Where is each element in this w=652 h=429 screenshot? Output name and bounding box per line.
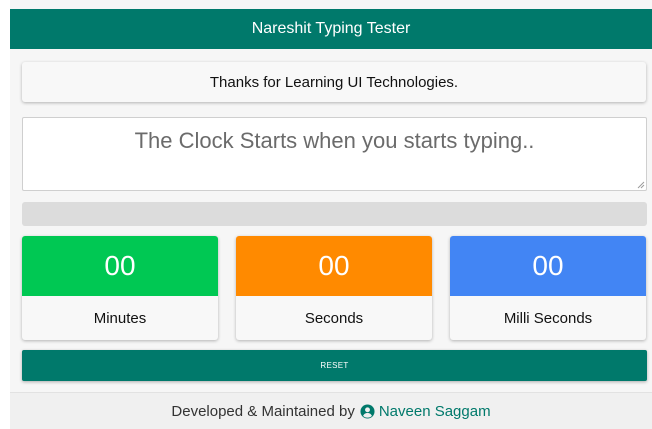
footer-prefix: Developed & Maintained by <box>171 402 355 420</box>
minutes-label: Minutes <box>93 309 147 327</box>
author-name: Naveen Saggam <box>378 402 491 420</box>
quote-text: Thanks for Learning UI Technologies. <box>209 73 459 91</box>
reset-button[interactable]: RESET <box>22 350 647 381</box>
user-circle-icon <box>360 403 375 419</box>
resize-handle-icon[interactable] <box>636 180 645 189</box>
seconds-card: 00 Seconds <box>236 236 432 340</box>
typing-tester-page: Nareshit Typing Tester Thanks for Learni… <box>10 0 652 429</box>
app-title: Nareshit Typing Tester <box>251 20 411 37</box>
progress-bar <box>22 202 647 226</box>
minutes-value: 00 <box>22 236 218 296</box>
milliseconds-card: 00 Milli Seconds <box>450 236 646 340</box>
typing-textarea[interactable] <box>22 117 647 191</box>
milliseconds-value: 00 <box>450 236 646 296</box>
minutes-card: 00 Minutes <box>22 236 218 340</box>
footer: Developed & Maintained by Naveen Saggam <box>10 392 652 429</box>
app-header: Nareshit Typing Tester <box>10 9 652 49</box>
quote-card: Thanks for Learning UI Technologies. <box>22 62 646 102</box>
author-link[interactable]: Naveen Saggam <box>360 403 491 420</box>
seconds-value: 00 <box>236 236 432 296</box>
seconds-label: Seconds <box>304 309 364 327</box>
milliseconds-label: Milli Seconds <box>503 309 593 327</box>
